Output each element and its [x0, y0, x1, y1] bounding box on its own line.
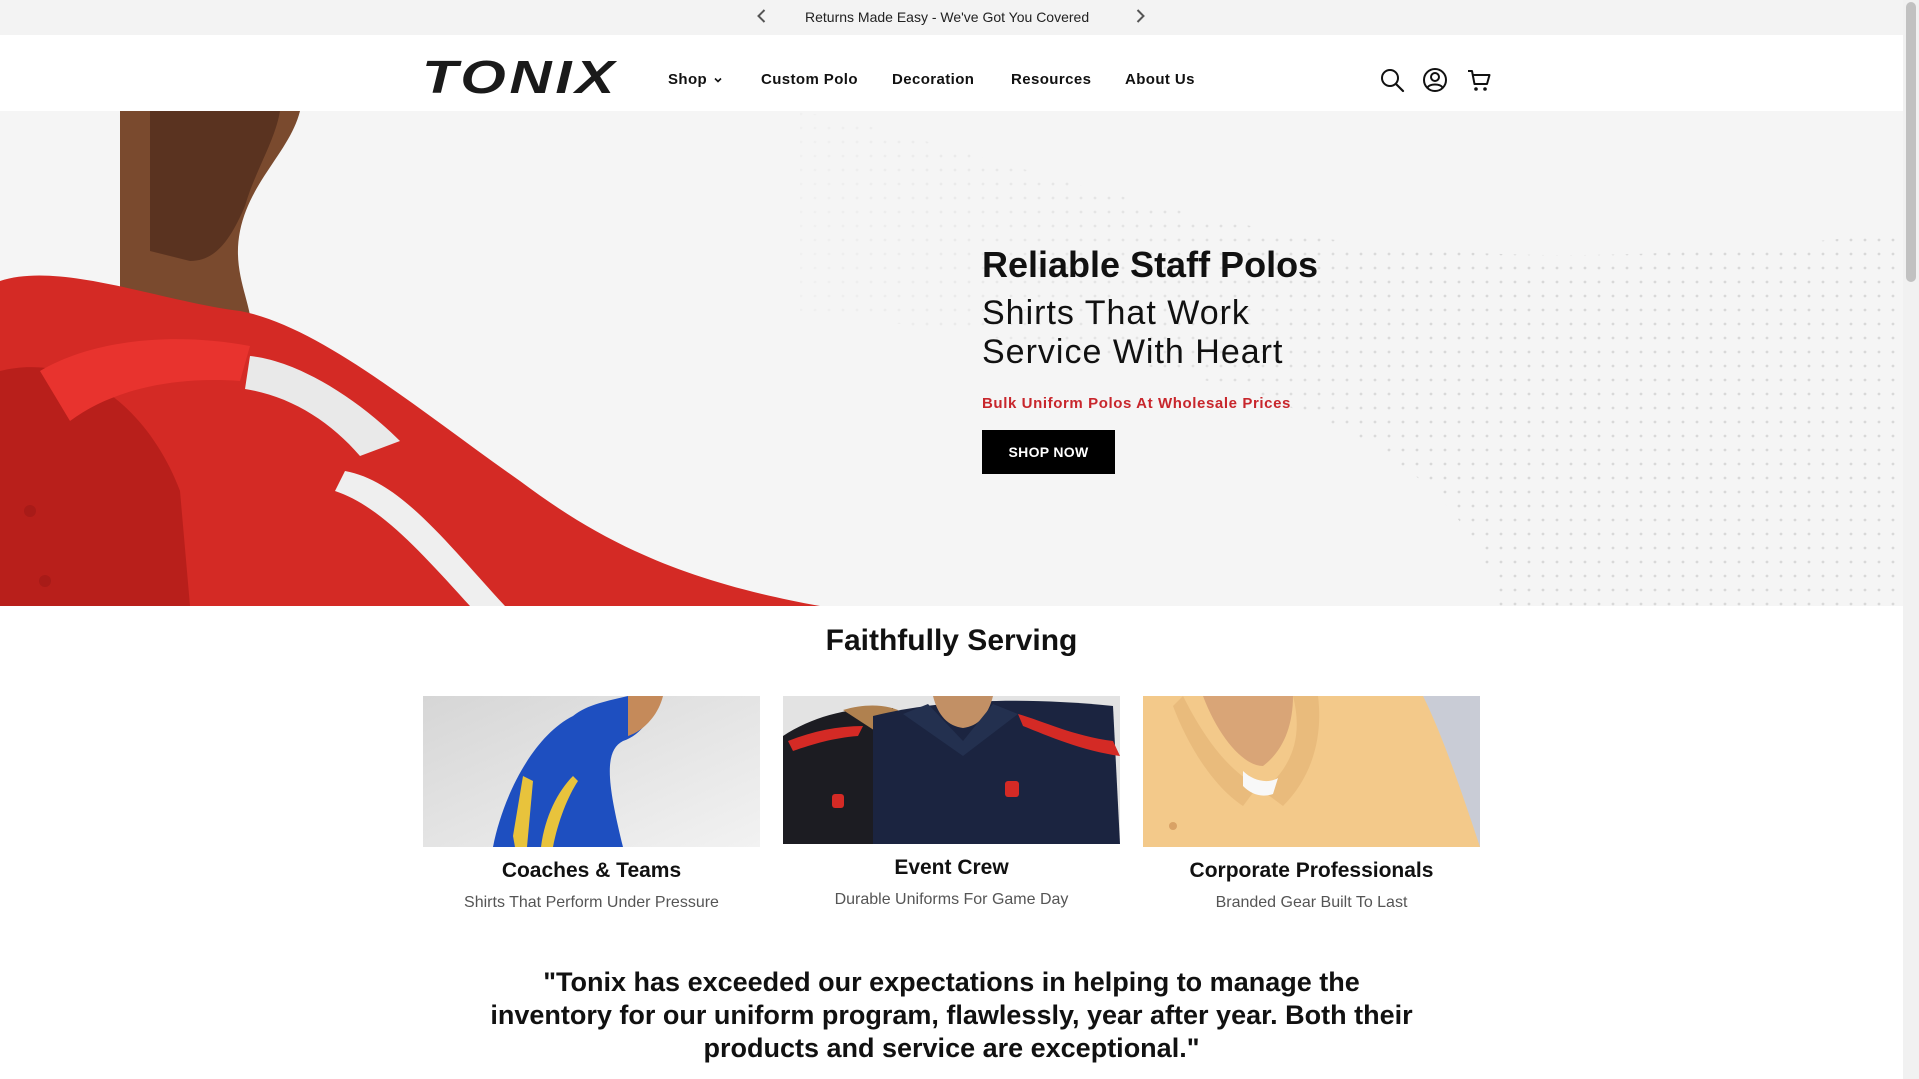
- card-subtitle: Shirts That Perform Under Pressure: [464, 894, 719, 911]
- tonix-logo[interactable]: TONIX: [422, 55, 622, 97]
- search-button[interactable]: [1379, 67, 1405, 98]
- hero-banner: Reliable Staff Polos Shirts That Work Se…: [0, 111, 1903, 606]
- account-button[interactable]: [1422, 67, 1448, 98]
- previous-announcement-button[interactable]: [752, 6, 772, 26]
- account-icon: [1423, 68, 1447, 92]
- card-title: Event Crew: [894, 856, 1009, 879]
- hero-title: Reliable Staff Polos: [982, 244, 1319, 285]
- card-subtitle: Durable Uniforms For Game Day: [834, 891, 1069, 908]
- coaches-teams-photo: [423, 696, 760, 847]
- next-announcement-button[interactable]: [1130, 6, 1150, 26]
- card-subtitle: Branded Gear Built To Last: [1215, 894, 1408, 911]
- hero-subtitle-line-1: Shirts That Work: [982, 294, 1250, 332]
- announcement-text: Returns Made Easy - We've Got You Covere…: [805, 9, 1090, 25]
- page: Returns Made Easy - We've Got You Covere…: [0, 0, 1903, 1079]
- chevron-right-icon: [1136, 9, 1145, 23]
- hero-tagline: Bulk Uniform Polos At Wholesale Prices: [982, 395, 1291, 412]
- nav-shop-label: Shop: [668, 71, 708, 88]
- cart-button[interactable]: [1466, 67, 1492, 98]
- corporate-professionals-image: [1143, 696, 1480, 847]
- logo-text: TONIX: [422, 55, 618, 97]
- card-coaches-teams[interactable]: Coaches & Teams Shirts That Perform Unde…: [423, 696, 760, 912]
- coaches-teams-image: [423, 696, 760, 847]
- card-title: Corporate Professionals: [1189, 859, 1434, 882]
- nav-shop[interactable]: Shop: [668, 71, 723, 88]
- cart-icon: [1468, 70, 1491, 91]
- corporate-professionals-photo: [1143, 696, 1480, 847]
- nav-resources[interactable]: Resources: [1011, 71, 1091, 88]
- announcement-bar: Returns Made Easy - We've Got You Covere…: [0, 0, 1903, 35]
- search-icon: [1381, 69, 1405, 93]
- nav-about-us[interactable]: About Us: [1125, 71, 1195, 88]
- event-crew-image: [783, 696, 1120, 844]
- chevron-left-icon: [757, 9, 766, 23]
- nav-decoration[interactable]: Decoration: [892, 71, 974, 88]
- nav-custom-polo[interactable]: Custom Polo: [761, 71, 858, 88]
- card-event-crew[interactable]: Event Crew Durable Uniforms For Game Day: [783, 696, 1120, 909]
- scrollbar-thumb[interactable]: [1906, 2, 1916, 282]
- event-crew-photo: [783, 696, 1120, 844]
- hero-subtitle-line-2: Service With Heart: [982, 333, 1284, 371]
- page-scrollbar[interactable]: [1903, 0, 1919, 1079]
- section-title: Faithfully Serving: [825, 624, 1078, 657]
- site-header: TONIX Shop Custom Polo Decoration Resour…: [0, 35, 1903, 111]
- card-corporate-professionals[interactable]: Corporate Professionals Branded Gear Bui…: [1143, 696, 1480, 912]
- hero-model-image: [0, 111, 820, 606]
- shop-now-button[interactable]: SHOP NOW: [982, 430, 1115, 474]
- chevron-down-icon: [714, 77, 722, 83]
- testimonial-quote: "Tonix has exceeded our expectations in …: [490, 967, 1413, 1063]
- card-title: Coaches & Teams: [501, 859, 682, 882]
